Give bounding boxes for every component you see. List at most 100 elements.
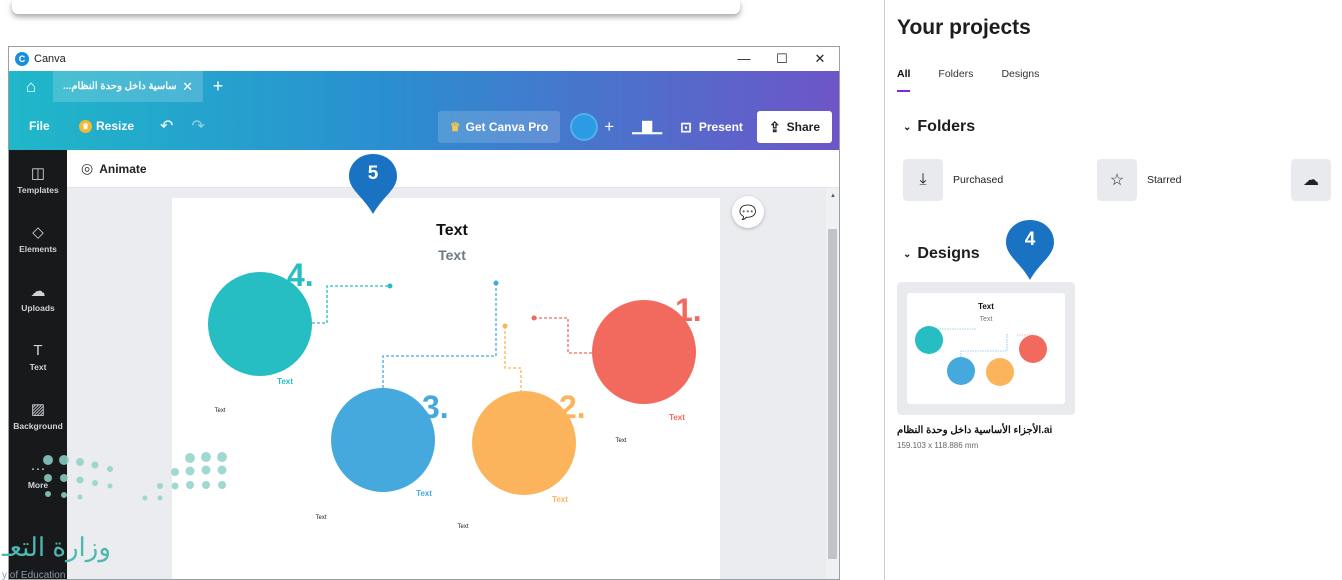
add-collaborator-icon[interactable]: + [604, 117, 614, 137]
share-button[interactable]: ⇪ Share [756, 111, 832, 143]
background-icon: ▨ [30, 401, 46, 418]
chevron-down-icon: ⌄ [903, 248, 912, 260]
folder-starred[interactable]: ☆ Starred [1097, 159, 1181, 201]
close-window-button[interactable]: ✕ [801, 47, 839, 71]
watermark-dots [40, 448, 240, 513]
sidebar-item-background[interactable]: ▨ Background [9, 386, 67, 445]
file-menu-button[interactable]: File [29, 119, 69, 133]
new-tab-icon[interactable]: + [203, 76, 233, 97]
thumb-circle-1 [1019, 335, 1047, 363]
thumb-subtitle: Text [980, 316, 993, 323]
folders-heading[interactable]: ⌄ Folders [903, 118, 975, 136]
label-3: Text [416, 489, 432, 498]
page-title: Your projects [897, 16, 1031, 39]
label-4: Text [277, 377, 293, 386]
tab-folders[interactable]: Folders [938, 68, 973, 92]
crown-icon: ♛ [449, 120, 461, 134]
projects-panel: Your projects All Folders Designs ⌄ Fold… [884, 0, 1342, 580]
design-size: 159.103 x 118.886 mm [897, 441, 979, 450]
number-2: 2. [559, 389, 586, 425]
home-icon[interactable]: ⌂ [9, 71, 53, 102]
connector-dot-2 [502, 323, 508, 329]
insights-chart-icon[interactable]: ▁▇▁ [632, 119, 662, 135]
caption-3: Text [315, 515, 326, 521]
number-1: 1. [675, 292, 702, 328]
connector-dot-1 [531, 315, 537, 321]
projects-tabs: All Folders Designs [897, 68, 1067, 92]
folders-heading-label: Folders [917, 118, 976, 135]
avatar[interactable] [570, 113, 599, 141]
redo-icon[interactable]: ↷ [191, 116, 204, 136]
connector-3 [382, 283, 497, 388]
design-subtitle: Text [438, 247, 466, 263]
sidebar-item-label: Uploads [21, 303, 55, 313]
title-bar: C Canva — ☐ ✕ [9, 47, 839, 71]
tab-bar: ⌂ ...ساسية داخل وحدة النظام ✕ + [9, 71, 839, 102]
upload-cloud-icon: ☁ [30, 283, 46, 300]
editor-sidebar: ◫ Templates ◇ Elements ☁ Uploads T Text ▨ Bac… [9, 150, 67, 579]
folder-upload[interactable]: ☁ [1291, 159, 1331, 201]
present-screen-icon: ⊡ [680, 118, 692, 135]
document-tab[interactable]: ...ساسية داخل وحدة النظام ✕ [53, 71, 203, 102]
animate-bar: ◎ Animate [67, 150, 839, 188]
design-thumbnail: Text Text [907, 293, 1065, 404]
resize-button[interactable]: ♛ Resize [79, 119, 134, 133]
minimize-button[interactable]: — [725, 47, 763, 71]
number-3: 3. [422, 389, 449, 425]
add-comment-icon[interactable]: 💬 [732, 196, 764, 228]
animate-button[interactable]: Animate [99, 162, 146, 176]
thumb-connector [960, 333, 1008, 357]
chevron-down-icon: ⌄ [903, 121, 912, 133]
scroll-up-icon[interactable]: ▲ [830, 193, 836, 199]
number-4: 4. [287, 257, 314, 293]
close-tab-icon[interactable]: ✕ [182, 79, 193, 95]
folder-label: Starred [1147, 174, 1182, 186]
watermark-subtext: y of Education [2, 570, 66, 580]
connector-1 [534, 317, 592, 354]
connector-dot-4 [387, 283, 393, 289]
sidebar-item-label: Templates [17, 185, 59, 195]
design-name[interactable]: الأجزاء الأساسية داخل وحدة النظام.ai [897, 425, 1052, 436]
get-canva-pro-button[interactable]: ♛ Get Canva Pro [437, 111, 561, 143]
editor-toolbar: File ♛ Resize ↶ ↷ ♛ Get Canva Pro + ▁▇▁ ⊡… [9, 102, 839, 150]
top-panel-edge [12, 0, 740, 14]
sidebar-item-text[interactable]: T Text [9, 327, 67, 386]
design-card[interactable]: Text Text [897, 282, 1075, 415]
canva-logo-icon: C [15, 52, 29, 66]
sidebar-item-label: Elements [19, 244, 57, 254]
caption-1: Text [615, 438, 626, 444]
sidebar-item-templates[interactable]: ◫ Templates [9, 150, 67, 209]
label-2: Text [552, 495, 568, 504]
sidebar-item-label: Background [13, 421, 63, 431]
download-icon: ⤓ [903, 159, 943, 201]
step-marker-5: 5 [347, 152, 399, 221]
resize-label: Resize [96, 119, 135, 133]
sidebar-item-elements[interactable]: ◇ Elements [9, 209, 67, 268]
thumbnail-graphic: Text Text [915, 302, 1047, 386]
folder-purchased[interactable]: ⤓ Purchased [903, 159, 1003, 201]
designs-heading-label: Designs [917, 245, 980, 262]
sidebar-item-uploads[interactable]: ☁ Uploads [9, 268, 67, 327]
elements-icon: ◇ [32, 224, 44, 241]
label-1: Text [669, 413, 685, 422]
design-page[interactable]: Text Text 4. 3. 2. 1. Text Text Text Tex… [172, 198, 720, 579]
get-pro-label: Get Canva Pro [465, 120, 549, 134]
scrollbar-thumb[interactable] [828, 229, 837, 559]
sidebar-item-label: Text [29, 361, 47, 372]
design-graphic: Text Text 4. 3. 2. 1. Text Text Text Tex… [208, 222, 702, 530]
present-button[interactable]: ⊡ Present [680, 119, 743, 136]
design-title: Text [436, 222, 468, 239]
share-upload-icon: ⇪ [768, 119, 781, 135]
tab-designs[interactable]: Designs [1001, 68, 1039, 92]
thumb-title: Text [978, 302, 994, 311]
crown-icon: ♛ [79, 119, 92, 133]
upload-cloud-icon: ☁ [1291, 159, 1331, 201]
maximize-button[interactable]: ☐ [763, 47, 801, 71]
animate-icon[interactable]: ◎ [81, 160, 93, 177]
tab-all[interactable]: All [897, 68, 911, 92]
share-label: Share [786, 120, 820, 134]
watermark-text: وزارة التعـ [2, 532, 111, 562]
circle-3 [331, 388, 435, 492]
designs-heading[interactable]: ⌄ Designs [903, 245, 980, 263]
undo-icon[interactable]: ↶ [160, 116, 173, 136]
